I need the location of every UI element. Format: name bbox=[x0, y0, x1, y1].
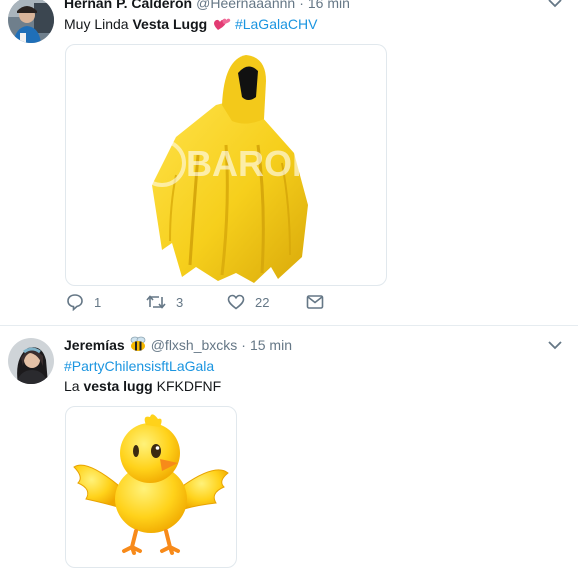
chevron-down-icon[interactable] bbox=[546, 338, 564, 352]
like-count: 22 bbox=[255, 294, 270, 310]
fullname[interactable]: Jeremías bbox=[64, 337, 125, 353]
tweet-text-bold: Vesta Lugg bbox=[132, 16, 208, 32]
tweet-image[interactable] bbox=[65, 406, 237, 568]
like-button[interactable]: 22 bbox=[227, 292, 269, 312]
separator: · bbox=[241, 337, 246, 353]
retweet-icon bbox=[146, 295, 166, 309]
reply-count: 1 bbox=[94, 294, 102, 310]
avatar[interactable] bbox=[8, 338, 54, 384]
fullname[interactable]: Hernán P. Calderón bbox=[64, 0, 192, 11]
bee-emoji bbox=[129, 336, 147, 355]
tweet-text: Muy Linda Vesta Lugg #LaGalaCHV bbox=[64, 14, 568, 37]
tweet-header: Jeremías @flxsh_bxcks · 15 min bbox=[64, 334, 568, 356]
chevron-down-icon[interactable] bbox=[546, 0, 564, 10]
retweet-button[interactable]: 3 bbox=[146, 292, 183, 312]
tweet-text-bold: vesta lugg bbox=[83, 378, 153, 394]
tweet-text: #PartyChilensisftLaGala La vesta lugg KF… bbox=[64, 356, 568, 396]
tweet[interactable]: Jeremías @flxsh_bxcks · 15 min #PartyChi… bbox=[0, 326, 578, 586]
tweet[interactable]: Hernán P. Calderón @Heernaaannn · 16 min… bbox=[0, 0, 578, 325]
avatar[interactable] bbox=[8, 0, 54, 43]
two-hearts-emoji bbox=[213, 16, 231, 37]
hashtag-link[interactable]: #PartyChilensisftLaGala bbox=[64, 358, 214, 374]
tweet-header: Hernán P. Calderón @Heernaaannn · 16 min bbox=[64, 0, 568, 14]
hashtag-link[interactable]: #LaGalaCHV bbox=[235, 16, 318, 32]
username[interactable]: @Heernaaannn bbox=[196, 0, 295, 11]
tweet-actions: 1 3 22 bbox=[64, 292, 364, 312]
tweet-image[interactable]: BARON bbox=[65, 44, 387, 286]
tweet-text-plain: La bbox=[64, 378, 84, 394]
image-watermark: BARON bbox=[186, 143, 318, 184]
reply-button[interactable]: 1 bbox=[66, 292, 101, 312]
reply-icon bbox=[67, 294, 83, 311]
direct-message-button[interactable] bbox=[306, 292, 324, 312]
username[interactable]: @flxsh_bxcks bbox=[151, 337, 238, 353]
separator: · bbox=[299, 0, 304, 11]
like-icon bbox=[227, 294, 245, 310]
tweet-text-plain: Muy Linda bbox=[64, 16, 133, 32]
tweet-text-plain: KFKDFNF bbox=[152, 378, 222, 394]
direct-message-icon bbox=[306, 295, 324, 309]
retweet-count: 3 bbox=[176, 294, 184, 310]
timestamp[interactable]: 15 min bbox=[250, 337, 292, 353]
timestamp[interactable]: 16 min bbox=[308, 0, 350, 11]
